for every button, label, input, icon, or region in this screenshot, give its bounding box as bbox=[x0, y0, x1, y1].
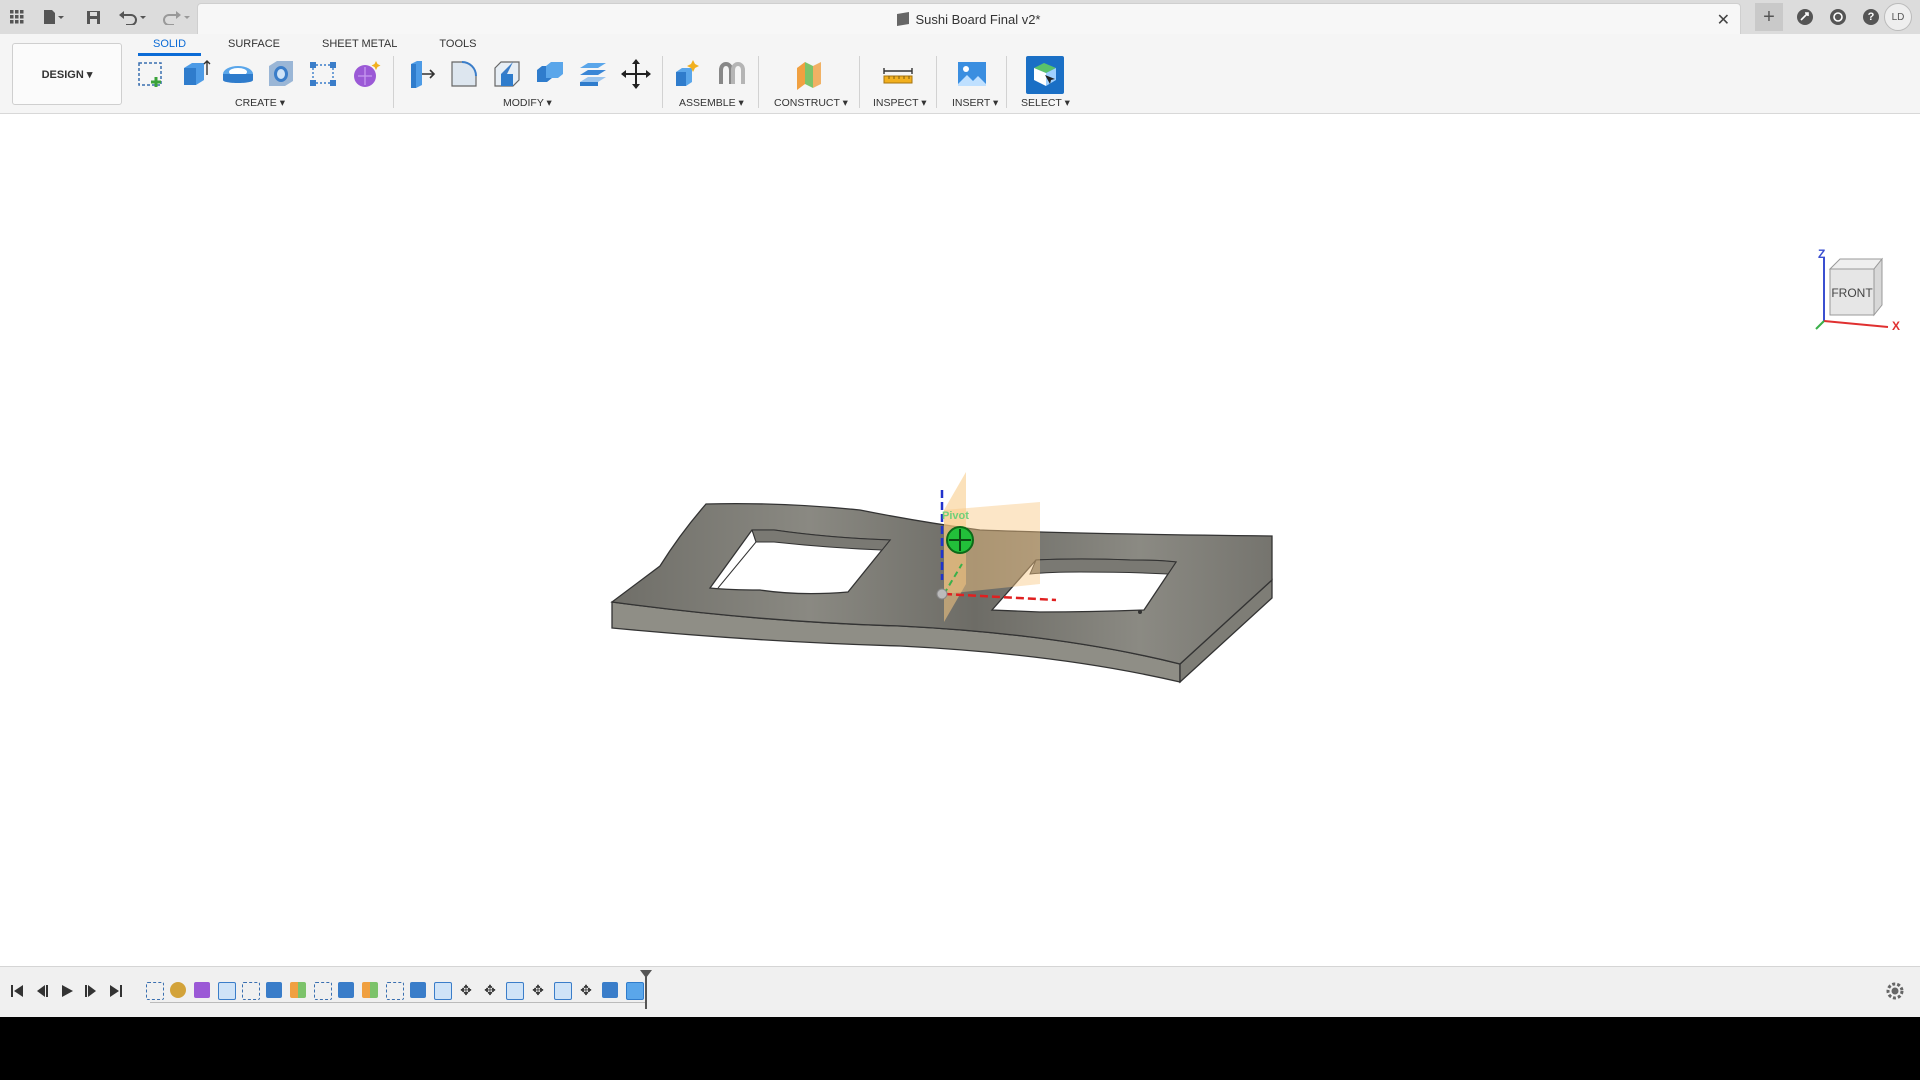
timeline-track bbox=[150, 1002, 646, 1003]
user-avatar[interactable]: LD bbox=[1884, 3, 1912, 31]
undo-icon[interactable] bbox=[116, 5, 150, 29]
top-bar: Sushi Board Final v2* ✕ + ? LD bbox=[0, 0, 1920, 35]
insert-menu[interactable]: INSERT ▾ bbox=[952, 97, 998, 109]
new-tab-plus-icon[interactable]: + bbox=[1755, 3, 1783, 31]
revolve-button[interactable] bbox=[220, 56, 256, 92]
chamfer-button[interactable] bbox=[489, 56, 525, 92]
redo-icon[interactable] bbox=[158, 5, 192, 29]
toolbar-separator bbox=[662, 56, 663, 108]
toolbar-separator bbox=[393, 56, 394, 108]
modify-menu[interactable]: MODIFY ▾ bbox=[503, 97, 552, 109]
timeline-extrude-icon[interactable] bbox=[218, 982, 236, 1000]
timeline-last-icon[interactable] bbox=[106, 981, 126, 1001]
document-title: Sushi Board Final v2* bbox=[198, 11, 1740, 27]
view-cube-front-label[interactable]: FRONT bbox=[1831, 286, 1873, 300]
press-pull-button[interactable] bbox=[403, 56, 439, 92]
create-sketch-button[interactable] bbox=[134, 56, 170, 92]
timeline-sketch-icon[interactable] bbox=[146, 982, 164, 1000]
rectangular-pattern-button[interactable] bbox=[305, 56, 341, 92]
select-menu[interactable]: SELECT ▾ bbox=[1021, 97, 1070, 109]
timeline-extrude-icon[interactable] bbox=[410, 982, 426, 998]
fusion-app-window: Sushi Board Final v2* ✕ + ? LD DESIGN ▾ … bbox=[0, 0, 1920, 1017]
timeline-combine-icon[interactable] bbox=[602, 982, 618, 998]
job-status-icon[interactable] bbox=[1825, 4, 1851, 30]
3d-viewport[interactable]: Pivot FRONT Z X bbox=[0, 114, 1920, 966]
axis-x-label: X bbox=[1892, 319, 1901, 333]
toolbar-separator bbox=[758, 56, 759, 108]
tab-solid[interactable]: SOLID bbox=[138, 36, 202, 56]
toolbar-separator bbox=[859, 56, 860, 108]
help-icon[interactable]: ? bbox=[1858, 4, 1884, 30]
tab-tools[interactable]: TOOLS bbox=[424, 36, 491, 54]
timeline-extrude-icon[interactable] bbox=[506, 982, 524, 1000]
timeline-form-icon[interactable] bbox=[194, 982, 210, 998]
timeline-move-icon[interactable]: ✥ bbox=[530, 982, 546, 998]
timeline-extrude-icon[interactable] bbox=[266, 982, 282, 998]
inspect-menu[interactable]: INSPECT ▾ bbox=[873, 97, 927, 109]
view-cube[interactable]: FRONT Z X bbox=[1812, 247, 1902, 337]
timeline-plane-icon[interactable] bbox=[290, 982, 306, 998]
timeline-first-icon[interactable] bbox=[7, 981, 27, 1001]
pivot-label: Pivot bbox=[942, 510, 969, 522]
timeline-sketch-icon[interactable] bbox=[242, 982, 260, 1000]
timeline-marker[interactable] bbox=[645, 973, 647, 1009]
tab-sheet-metal[interactable]: SHEET METAL bbox=[307, 36, 412, 54]
extrude-button[interactable] bbox=[177, 56, 213, 92]
timeline-plane-icon[interactable] bbox=[362, 982, 378, 998]
close-tab-icon[interactable]: ✕ bbox=[1717, 10, 1730, 30]
axis-z-label: Z bbox=[1818, 247, 1826, 261]
measure-button[interactable] bbox=[880, 56, 916, 92]
combine-button[interactable] bbox=[532, 56, 568, 92]
timeline-bar: ✥ ✥ ✥ ✥ bbox=[0, 966, 1920, 1017]
offset-plane-button[interactable] bbox=[791, 56, 827, 92]
timeline-move-icon[interactable]: ✥ bbox=[482, 982, 498, 998]
ribbon-tabs: SOLID SURFACE SHEET METAL TOOLS bbox=[138, 36, 491, 56]
model-canvas: Pivot bbox=[610, 472, 1273, 684]
timeline-extrude-icon[interactable] bbox=[434, 982, 452, 1000]
joint-button[interactable] bbox=[714, 56, 750, 92]
timeline-next-icon[interactable] bbox=[81, 981, 101, 1001]
board-cutout-right-wall bbox=[1029, 558, 1177, 575]
hole-button[interactable] bbox=[263, 56, 299, 92]
timeline-settings-gear-icon[interactable] bbox=[1884, 980, 1906, 1002]
document-tab[interactable]: Sushi Board Final v2* ✕ bbox=[197, 3, 1741, 35]
move-copy-button[interactable] bbox=[618, 56, 654, 92]
file-menu-icon[interactable] bbox=[38, 5, 68, 29]
assemble-menu[interactable]: ASSEMBLE ▾ bbox=[679, 97, 744, 109]
timeline-play-icon[interactable] bbox=[57, 981, 77, 1001]
create-form-button[interactable] bbox=[348, 56, 384, 92]
insert-canvas-button[interactable] bbox=[954, 56, 990, 92]
timeline-canvas-icon[interactable] bbox=[170, 982, 186, 998]
fillet-button[interactable] bbox=[446, 56, 482, 92]
tab-surface[interactable]: SURFACE bbox=[213, 36, 295, 54]
toolbar-separator bbox=[1006, 56, 1007, 108]
create-menu[interactable]: CREATE ▾ bbox=[235, 97, 285, 109]
timeline-sketch-icon[interactable] bbox=[314, 982, 332, 1000]
apps-grid-icon[interactable] bbox=[6, 5, 28, 29]
document-cube-icon bbox=[897, 11, 910, 27]
timeline-extrude-icon[interactable] bbox=[554, 982, 572, 1000]
ribbon-toolbar: DESIGN ▾ SOLID SURFACE SHEET METAL TOOLS… bbox=[0, 34, 1920, 114]
timeline-previous-icon[interactable] bbox=[32, 981, 52, 1001]
new-component-button[interactable] bbox=[671, 56, 707, 92]
timeline-move-icon[interactable]: ✥ bbox=[458, 982, 474, 998]
save-icon[interactable] bbox=[82, 5, 104, 29]
workspace-switcher-button[interactable]: DESIGN ▾ bbox=[12, 43, 122, 105]
offset-face-button[interactable] bbox=[575, 56, 611, 92]
toolbar-separator bbox=[936, 56, 937, 108]
timeline-extrude-icon[interactable] bbox=[338, 982, 354, 998]
timeline-move-icon[interactable]: ✥ bbox=[578, 982, 594, 998]
timeline-marker-handle-icon[interactable] bbox=[640, 970, 652, 978]
extensions-icon[interactable] bbox=[1792, 4, 1818, 30]
top-right-icons: + ? LD bbox=[1755, 0, 1920, 34]
timeline-offset-face-icon[interactable] bbox=[626, 982, 644, 1000]
select-button[interactable] bbox=[1026, 56, 1064, 94]
construct-menu[interactable]: CONSTRUCT ▾ bbox=[774, 97, 848, 109]
document-title-text: Sushi Board Final v2* bbox=[915, 12, 1041, 27]
timeline-sketch-icon[interactable] bbox=[386, 982, 404, 1000]
